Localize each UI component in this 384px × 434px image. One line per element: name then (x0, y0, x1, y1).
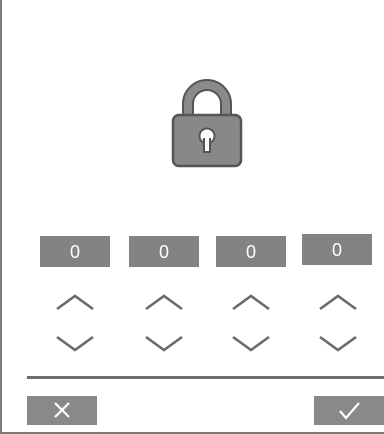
pin-entry-screen: 0 0 0 0 (0, 0, 384, 434)
divider (27, 376, 384, 379)
chevron-up-icon[interactable] (228, 290, 274, 314)
frame-left-edge (0, 0, 2, 434)
cancel-button[interactable] (27, 396, 97, 425)
chevron-down-icon[interactable] (315, 332, 361, 356)
confirm-button[interactable] (314, 396, 384, 425)
chevron-down-icon[interactable] (141, 332, 187, 356)
chevron-up-icon[interactable] (315, 290, 361, 314)
pin-digit-4: 0 (302, 234, 372, 265)
pin-digit-1: 0 (40, 236, 110, 267)
pin-digit-3: 0 (216, 236, 286, 267)
chevron-down-icon[interactable] (228, 332, 274, 356)
check-icon (339, 402, 360, 420)
lock-icon (171, 79, 243, 168)
pin-digit-2: 0 (129, 236, 199, 267)
chevron-down-icon[interactable] (52, 332, 98, 356)
chevron-up-icon[interactable] (52, 290, 98, 314)
close-icon (54, 402, 70, 418)
chevron-up-icon[interactable] (141, 290, 187, 314)
